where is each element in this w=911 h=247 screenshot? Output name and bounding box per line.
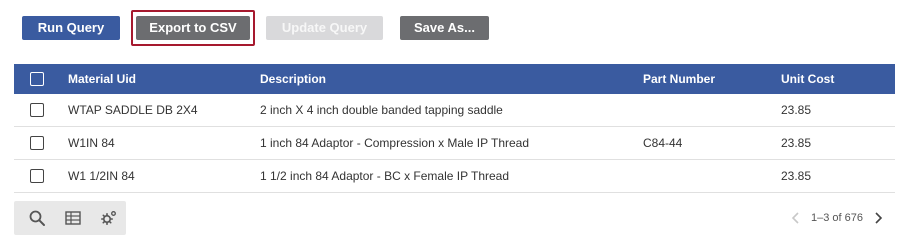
part-number-cell: C84-44 (643, 136, 683, 150)
header-unit-cost[interactable]: Unit Cost (781, 64, 834, 94)
header-description[interactable]: Description (260, 64, 326, 94)
export-csv-highlight: Export to CSV (131, 10, 255, 46)
table-row[interactable]: W1 1/2IN 84 1 1/2 inch 84 Adaptor - BC x… (14, 160, 895, 193)
material-uid-cell: WTAP SADDLE DB 2X4 (68, 103, 198, 117)
results-table: Material Uid Description Part Number Uni… (14, 64, 895, 193)
row-select-cell (30, 127, 44, 159)
select-all-cell (30, 64, 44, 94)
pagination-label: 1–3 of 676 (811, 212, 863, 224)
query-toolbar: Run Query Export to CSV Update Query Sav… (0, 0, 911, 56)
table-header: Material Uid Description Part Number Uni… (14, 64, 895, 94)
material-uid-cell: W1IN 84 (68, 136, 115, 150)
row-select-cell (30, 160, 44, 192)
footer-toolbar (14, 201, 126, 235)
select-all-checkbox[interactable] (30, 72, 44, 86)
description-cell: 1 inch 84 Adaptor - Compression x Male I… (260, 136, 530, 150)
description-cell: 2 inch X 4 inch double banded tapping sa… (260, 103, 503, 117)
table-footer: 1–3 of 676 (14, 201, 895, 235)
export-csv-button[interactable]: Export to CSV (136, 16, 250, 40)
header-part-number[interactable]: Part Number (643, 64, 715, 94)
unit-cost-cell: 23.85 (781, 169, 812, 183)
update-query-button[interactable]: Update Query (266, 16, 383, 40)
run-query-button[interactable]: Run Query (22, 16, 120, 40)
row-select-cell (30, 94, 44, 126)
table-row[interactable]: W1IN 84 1 inch 84 Adaptor - Compression … (14, 127, 895, 160)
table-view-icon[interactable] (64, 209, 82, 227)
search-icon[interactable] (28, 209, 46, 227)
row-checkbox[interactable] (30, 169, 44, 183)
save-as-button[interactable]: Save As... (400, 16, 489, 40)
chevron-left-icon[interactable] (789, 211, 803, 225)
header-material-uid[interactable]: Material Uid (68, 64, 136, 94)
chevron-right-icon[interactable] (871, 211, 885, 225)
row-checkbox[interactable] (30, 103, 44, 117)
pagination: 1–3 of 676 (789, 201, 885, 235)
settings-icon[interactable] (100, 209, 118, 227)
material-uid-cell: W1 1/2IN 84 (68, 169, 135, 183)
unit-cost-cell: 23.85 (781, 103, 812, 117)
row-checkbox[interactable] (30, 136, 44, 150)
table-row[interactable]: WTAP SADDLE DB 2X4 2 inch X 4 inch doubl… (14, 94, 895, 127)
description-cell: 1 1/2 inch 84 Adaptor - BC x Female IP T… (260, 169, 510, 183)
unit-cost-cell: 23.85 (781, 136, 812, 150)
